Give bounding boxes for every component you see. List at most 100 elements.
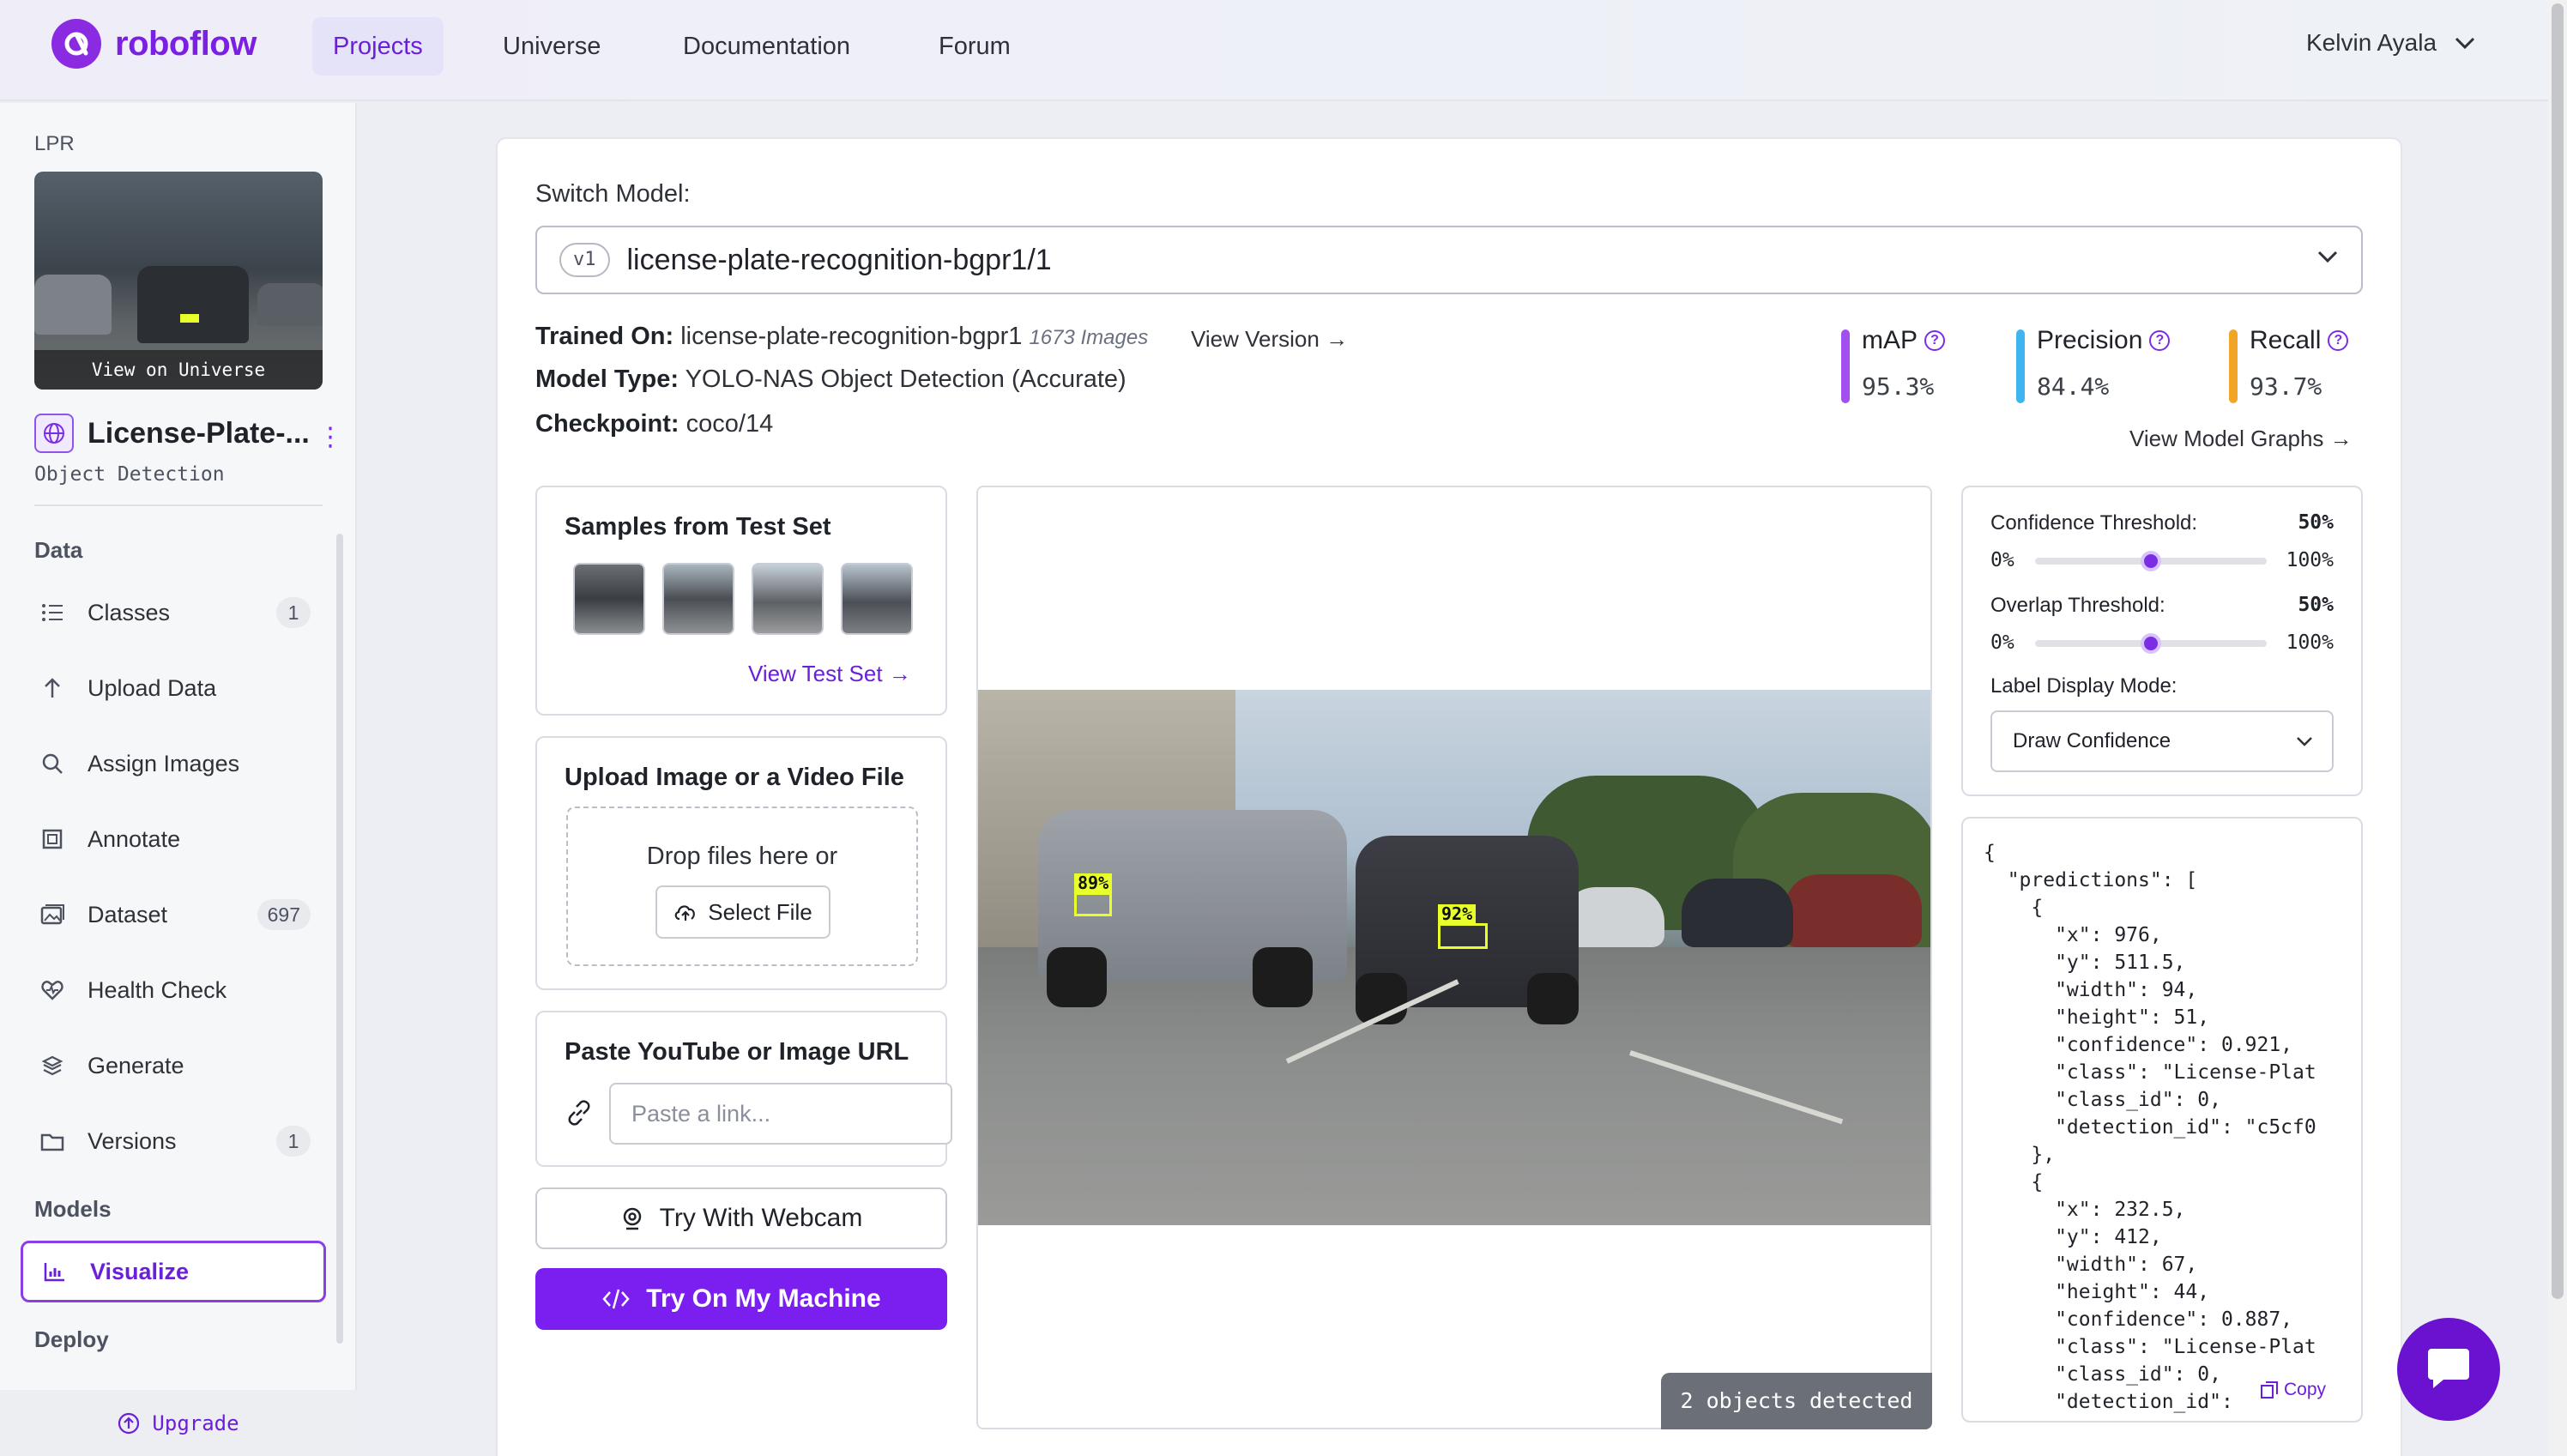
chevron-down-icon [2317, 251, 2338, 263]
count-badge: 1 [276, 1126, 311, 1157]
copy-button[interactable]: Copy [2260, 1380, 2327, 1400]
view-model-graphs-link[interactable]: View Model Graphs → [2129, 426, 2353, 452]
view-version-link[interactable]: View Version → [1191, 326, 1348, 353]
metric-color-bar [1841, 329, 1850, 403]
background-car [1785, 874, 1922, 947]
code-icon [602, 1289, 630, 1309]
page-scrollbar[interactable] [2548, 0, 2567, 1456]
metric-name-row: Recall ? [2250, 326, 2349, 355]
roboflow-logo[interactable]: roboflow [51, 19, 257, 69]
nav-universe[interactable]: Universe [482, 17, 621, 76]
predictions-json: { "predictions": [ { "x": 976, "y": 511.… [1984, 842, 2316, 1413]
chat-bubble-icon [2428, 1349, 2469, 1388]
sidebar-item-visualize[interactable]: Visualize [21, 1241, 326, 1302]
inference-preview: 89% 92% [976, 486, 1932, 1429]
webcam-icon [623, 1207, 641, 1230]
try-on-my-machine-button[interactable]: Try On My Machine [535, 1268, 947, 1330]
view-test-set-link[interactable]: View Test Set → [748, 661, 911, 687]
model-type-label: Model Type: [535, 366, 680, 393]
nav-projects[interactable]: Projects [312, 17, 444, 76]
model-select-dropdown[interactable]: v1 license-plate-recognition-bgpr1/1 [535, 226, 2363, 294]
annotate-icon [39, 826, 65, 852]
detection-box[interactable] [1438, 923, 1488, 949]
divider [34, 504, 323, 506]
generate-layers-icon [39, 1053, 65, 1078]
slider-handle[interactable] [2141, 633, 2161, 654]
arrow-right-icon: → [1326, 326, 1349, 352]
wheel [1047, 947, 1107, 1007]
sidebar-item-dataset[interactable]: Dataset 697 [21, 887, 326, 942]
sidebar-item-versions[interactable]: Versions 1 [21, 1114, 326, 1169]
metric-color-bar [2229, 329, 2238, 403]
switch-model-label: Switch Model: [535, 180, 691, 208]
confidence-slider[interactable] [2035, 551, 2267, 571]
detection-box[interactable] [1074, 892, 1112, 916]
metric-value: 84.4% [2037, 372, 2110, 401]
try-webcam-button[interactable]: Try With Webcam [535, 1187, 947, 1249]
kebab-menu-icon[interactable]: ⋮ [317, 422, 343, 452]
sidebar-item-health-check[interactable]: Health Check [21, 963, 326, 1018]
upgrade-label: Upgrade [152, 1411, 239, 1435]
help-icon[interactable]: ? [2149, 330, 2171, 351]
wheel [1527, 973, 1579, 1024]
chart-bars-icon [42, 1259, 68, 1284]
sample-image-4[interactable] [841, 563, 913, 635]
sidebar-item-generate[interactable]: Generate [21, 1038, 326, 1093]
sidebar-item-upload-data[interactable]: Upload Data [21, 661, 326, 716]
metric-name: Recall [2250, 326, 2322, 354]
sample-image-1[interactable] [573, 563, 645, 635]
upload-arrow-icon [39, 675, 65, 701]
checkpoint-label: Checkpoint: [535, 410, 680, 438]
sidebar-scrollbar[interactable] [336, 534, 343, 1344]
page-scrollbar-thumb[interactable] [2552, 3, 2564, 1299]
sample-image-3[interactable] [752, 563, 824, 635]
arrow-right-icon: → [888, 661, 911, 686]
model-type-row: Model Type: YOLO-NAS Object Detection (A… [535, 366, 1126, 394]
copy-icon [2261, 1381, 2278, 1399]
machine-label: Try On My Machine [646, 1284, 881, 1313]
link-icon [568, 1100, 590, 1126]
thumbnail-plate-box [180, 314, 199, 323]
upload-panel: Upload Image or a Video File Drop files … [535, 736, 947, 990]
samples-panel: Samples from Test Set View Test Set → [535, 486, 947, 716]
samples-title: Samples from Test Set [565, 513, 831, 541]
confidence-threshold-value: 50% [2298, 511, 2334, 534]
sidebar: LPR View on Universe License-Plate-... ⋮… [0, 103, 357, 1456]
checkpoint-row: Checkpoint: coco/14 [535, 410, 773, 438]
user-menu[interactable]: Kelvin Ayala [2306, 29, 2476, 57]
sidebar-item-label: Classes [88, 599, 171, 625]
sidebar-item-annotate[interactable]: Annotate [21, 812, 326, 867]
chat-support-button[interactable] [2397, 1318, 2500, 1421]
nav-documentation[interactable]: Documentation [662, 17, 871, 76]
help-icon[interactable]: ? [2328, 330, 2349, 351]
help-icon[interactable]: ? [1924, 330, 1946, 351]
view-on-universe-link[interactable]: View on Universe [34, 350, 323, 390]
search-icon [39, 751, 65, 776]
list-icon [39, 600, 65, 625]
confidence-threshold-label: Confidence Threshold: [1990, 511, 2198, 535]
slider-min-label: 0% [1990, 549, 2014, 571]
metric-color-bar [2016, 329, 2025, 403]
select-file-button[interactable]: Select File [655, 885, 830, 939]
project-group-label: LPR [34, 132, 75, 155]
metric-name-row: mAP ? [1862, 326, 1946, 355]
url-input[interactable]: Paste a link... [609, 1083, 952, 1145]
metric-value: 93.7% [2250, 372, 2322, 401]
upgrade-button[interactable]: Upgrade [0, 1390, 357, 1456]
label-display-mode-select[interactable]: Draw Confidence [1990, 710, 2334, 772]
sidebar-item-classes[interactable]: Classes 1 [21, 585, 326, 640]
select-file-label: Select File [708, 898, 812, 925]
view-graphs-label: View Model Graphs [2129, 426, 2324, 451]
slider-handle[interactable] [2141, 551, 2161, 571]
view-test-set-label: View Test Set [748, 661, 883, 686]
file-dropzone[interactable]: Drop files here or Select File [566, 807, 918, 966]
images-icon [39, 902, 65, 927]
overlap-slider[interactable] [2035, 633, 2267, 654]
nav-forum[interactable]: Forum [918, 17, 1031, 76]
project-thumbnail[interactable]: View on Universe [34, 172, 323, 390]
sidebar-item-assign-images[interactable]: Assign Images [21, 736, 326, 791]
count-badge: 1 [276, 597, 311, 628]
sample-image-2[interactable] [662, 563, 734, 635]
sidebar-item-label: Generate [88, 1052, 184, 1078]
metric-name-row: Precision ? [2037, 326, 2171, 355]
